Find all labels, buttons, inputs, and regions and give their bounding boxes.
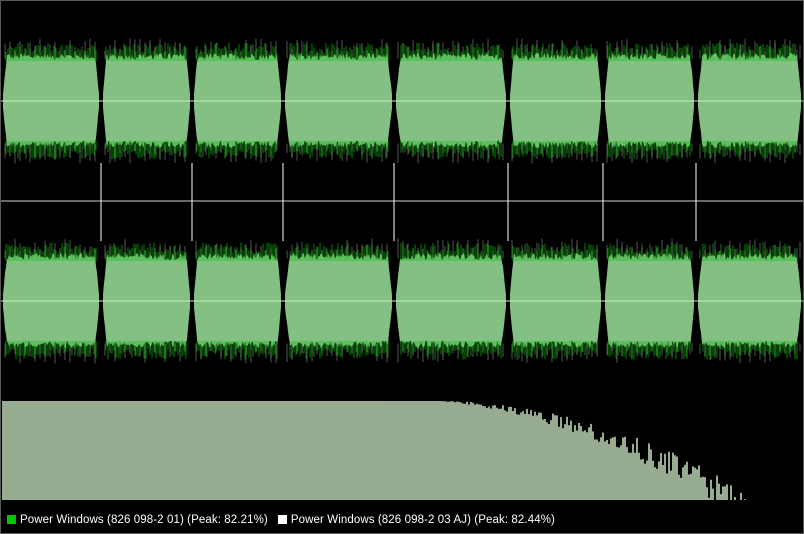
legend: Power Windows (826 098-2 01) (Peak: 82.2… xyxy=(1,506,803,533)
spectrum-bars xyxy=(2,401,746,500)
track-boundary-markers xyxy=(100,163,697,241)
waveform-display xyxy=(1,38,803,500)
waveform-comparison-window: Power Windows (826 098-2 01) (Peak: 82.2… xyxy=(0,0,804,534)
legend-item-track-03aj: Power Windows (826 098-2 03 AJ) (Peak: 8… xyxy=(277,513,555,526)
legend-item-track-01: Power Windows (826 098-2 01) (Peak: 82.2… xyxy=(7,514,268,526)
green-square-icon xyxy=(7,515,16,524)
spectrum-display xyxy=(2,401,746,500)
channel-1-waveform xyxy=(1,38,803,164)
channel-2-waveform xyxy=(1,238,803,364)
white-square-icon xyxy=(277,515,287,524)
legend-label: Power Windows (826 098-2 03 AJ) (Peak: 8… xyxy=(290,513,555,526)
legend-label: Power Windows (826 098-2 01) (Peak: 82.2… xyxy=(20,513,268,526)
